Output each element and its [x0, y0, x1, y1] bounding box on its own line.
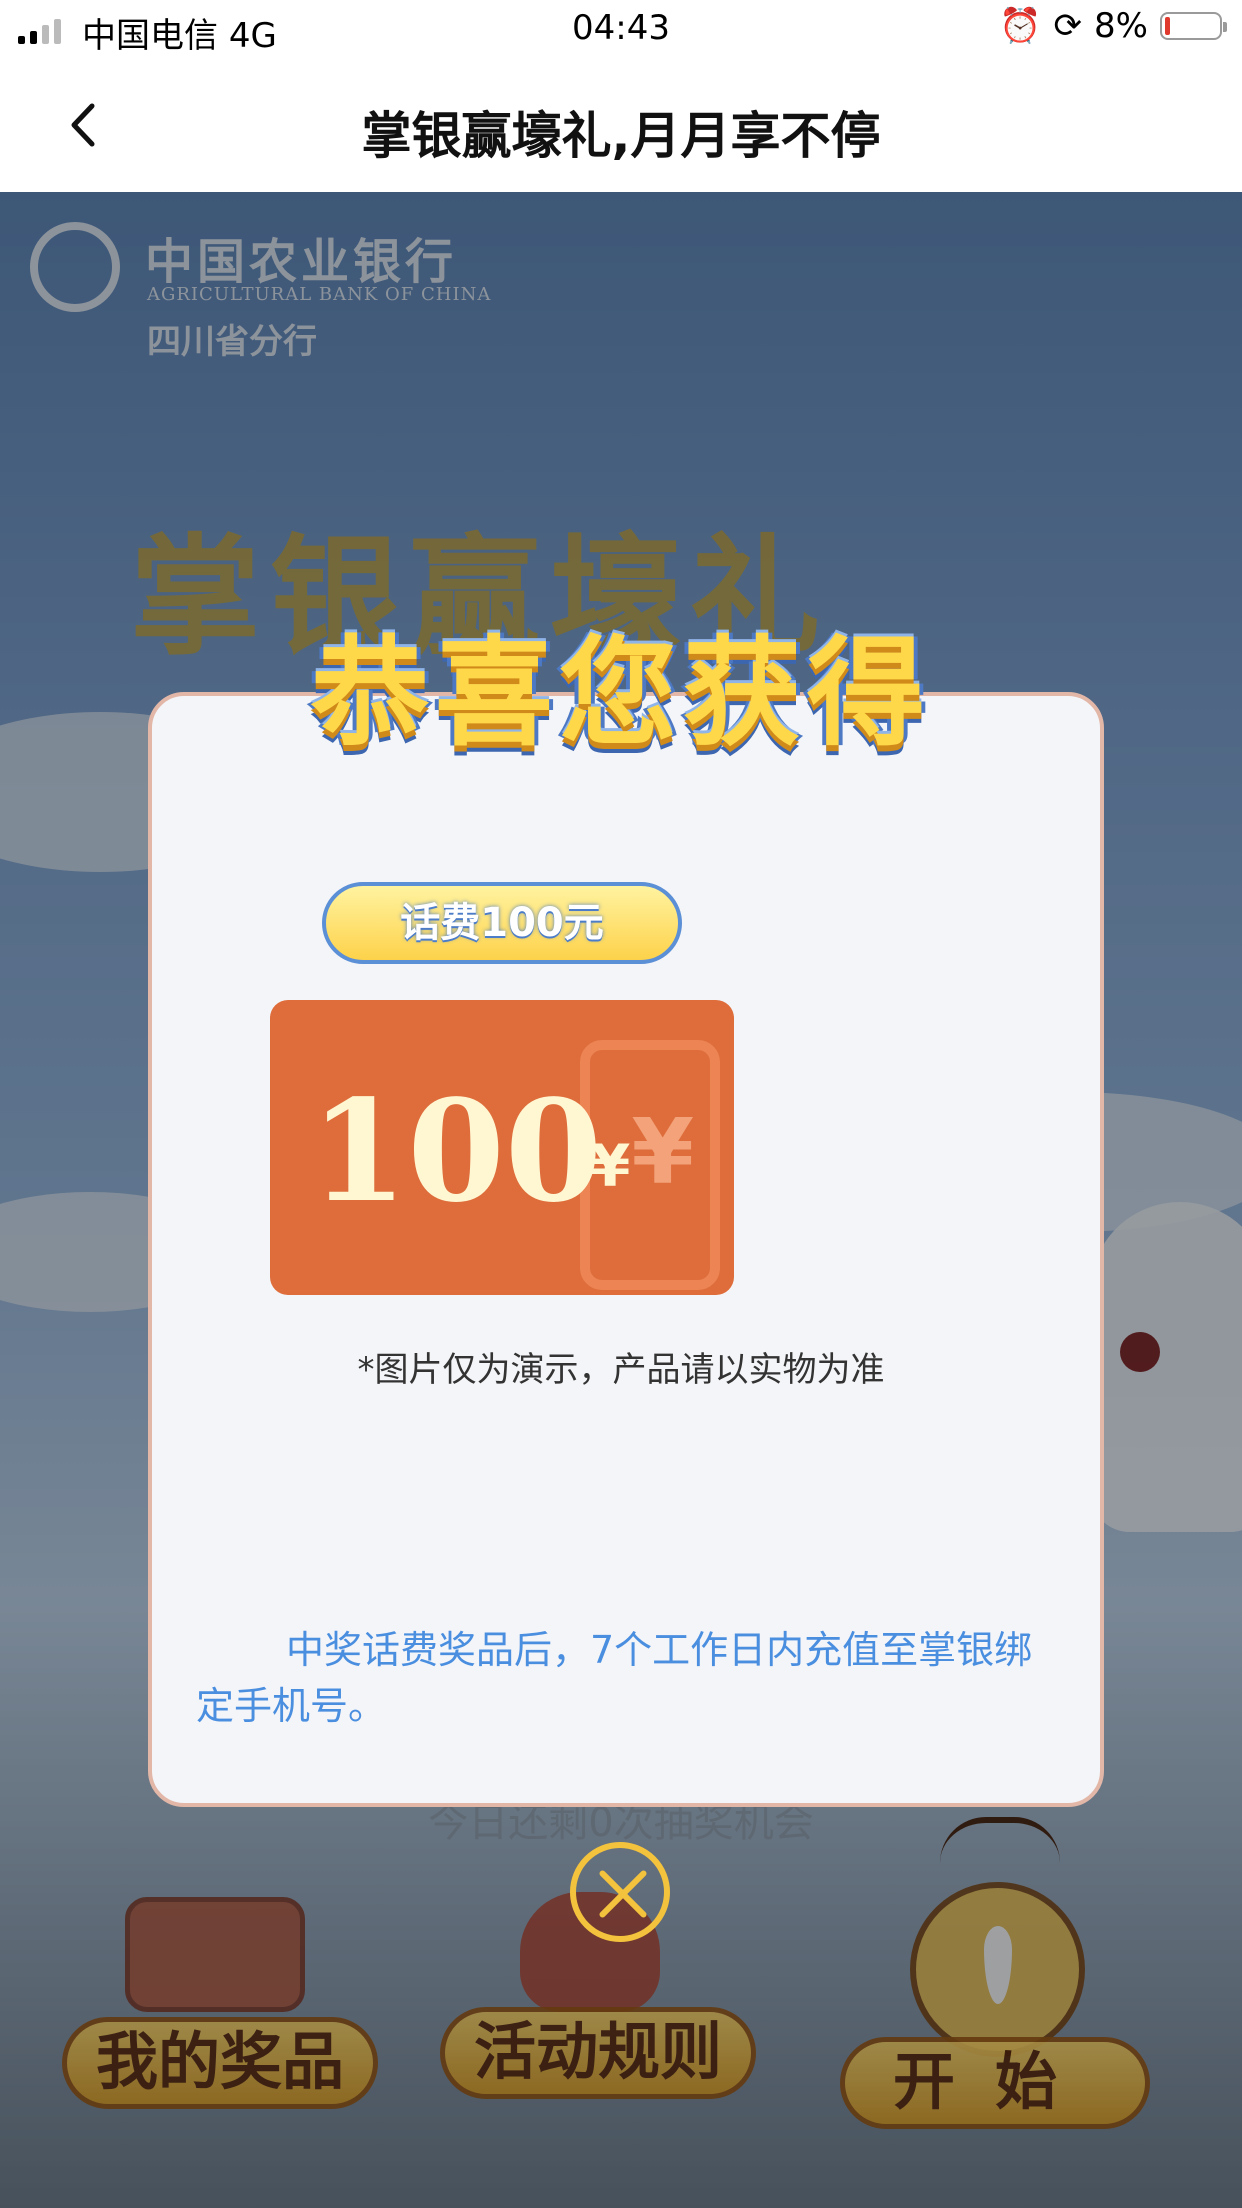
status-bar: 中国电信 4G 04:43 ⏰ ⟳ 8%	[0, 0, 1242, 60]
prize-note-text: 中奖话费奖品后，7个工作日内充值至掌银绑定手机号。	[196, 1628, 1033, 1728]
image-disclaimer: *图片仅为演示，产品请以实物为准	[357, 1350, 885, 1390]
navigation-bar: 掌银赢壕礼,月月享不停	[0, 60, 1242, 192]
battery-icon	[1160, 12, 1227, 40]
yen-icon: ¥	[631, 1100, 694, 1205]
card-currency: ¥	[590, 1132, 631, 1200]
battery-percent: 8%	[1094, 6, 1148, 46]
close-icon[interactable]	[570, 1842, 670, 1942]
alarm-icon: ⏰	[999, 6, 1042, 46]
rotation-lock-icon: ⟳	[1053, 6, 1083, 46]
page-title: 掌银赢壕礼,月月享不停	[361, 107, 881, 165]
card-amount: 100	[310, 1070, 603, 1234]
prize-card-image: ¥ 100 ¥	[270, 1000, 734, 1295]
status-right: ⏰ ⟳ 8%	[999, 6, 1227, 46]
prize-name-badge: 话费100元	[322, 882, 682, 964]
dialog-header: 恭喜您获得	[310, 624, 931, 762]
campaign-page: 中国农业银行 AGRICULTURAL BANK OF CHINA 四川省分行 …	[0, 192, 1242, 2208]
prize-note: 中奖话费奖品后，7个工作日内充值至掌银绑定手机号。	[196, 1622, 1056, 1734]
